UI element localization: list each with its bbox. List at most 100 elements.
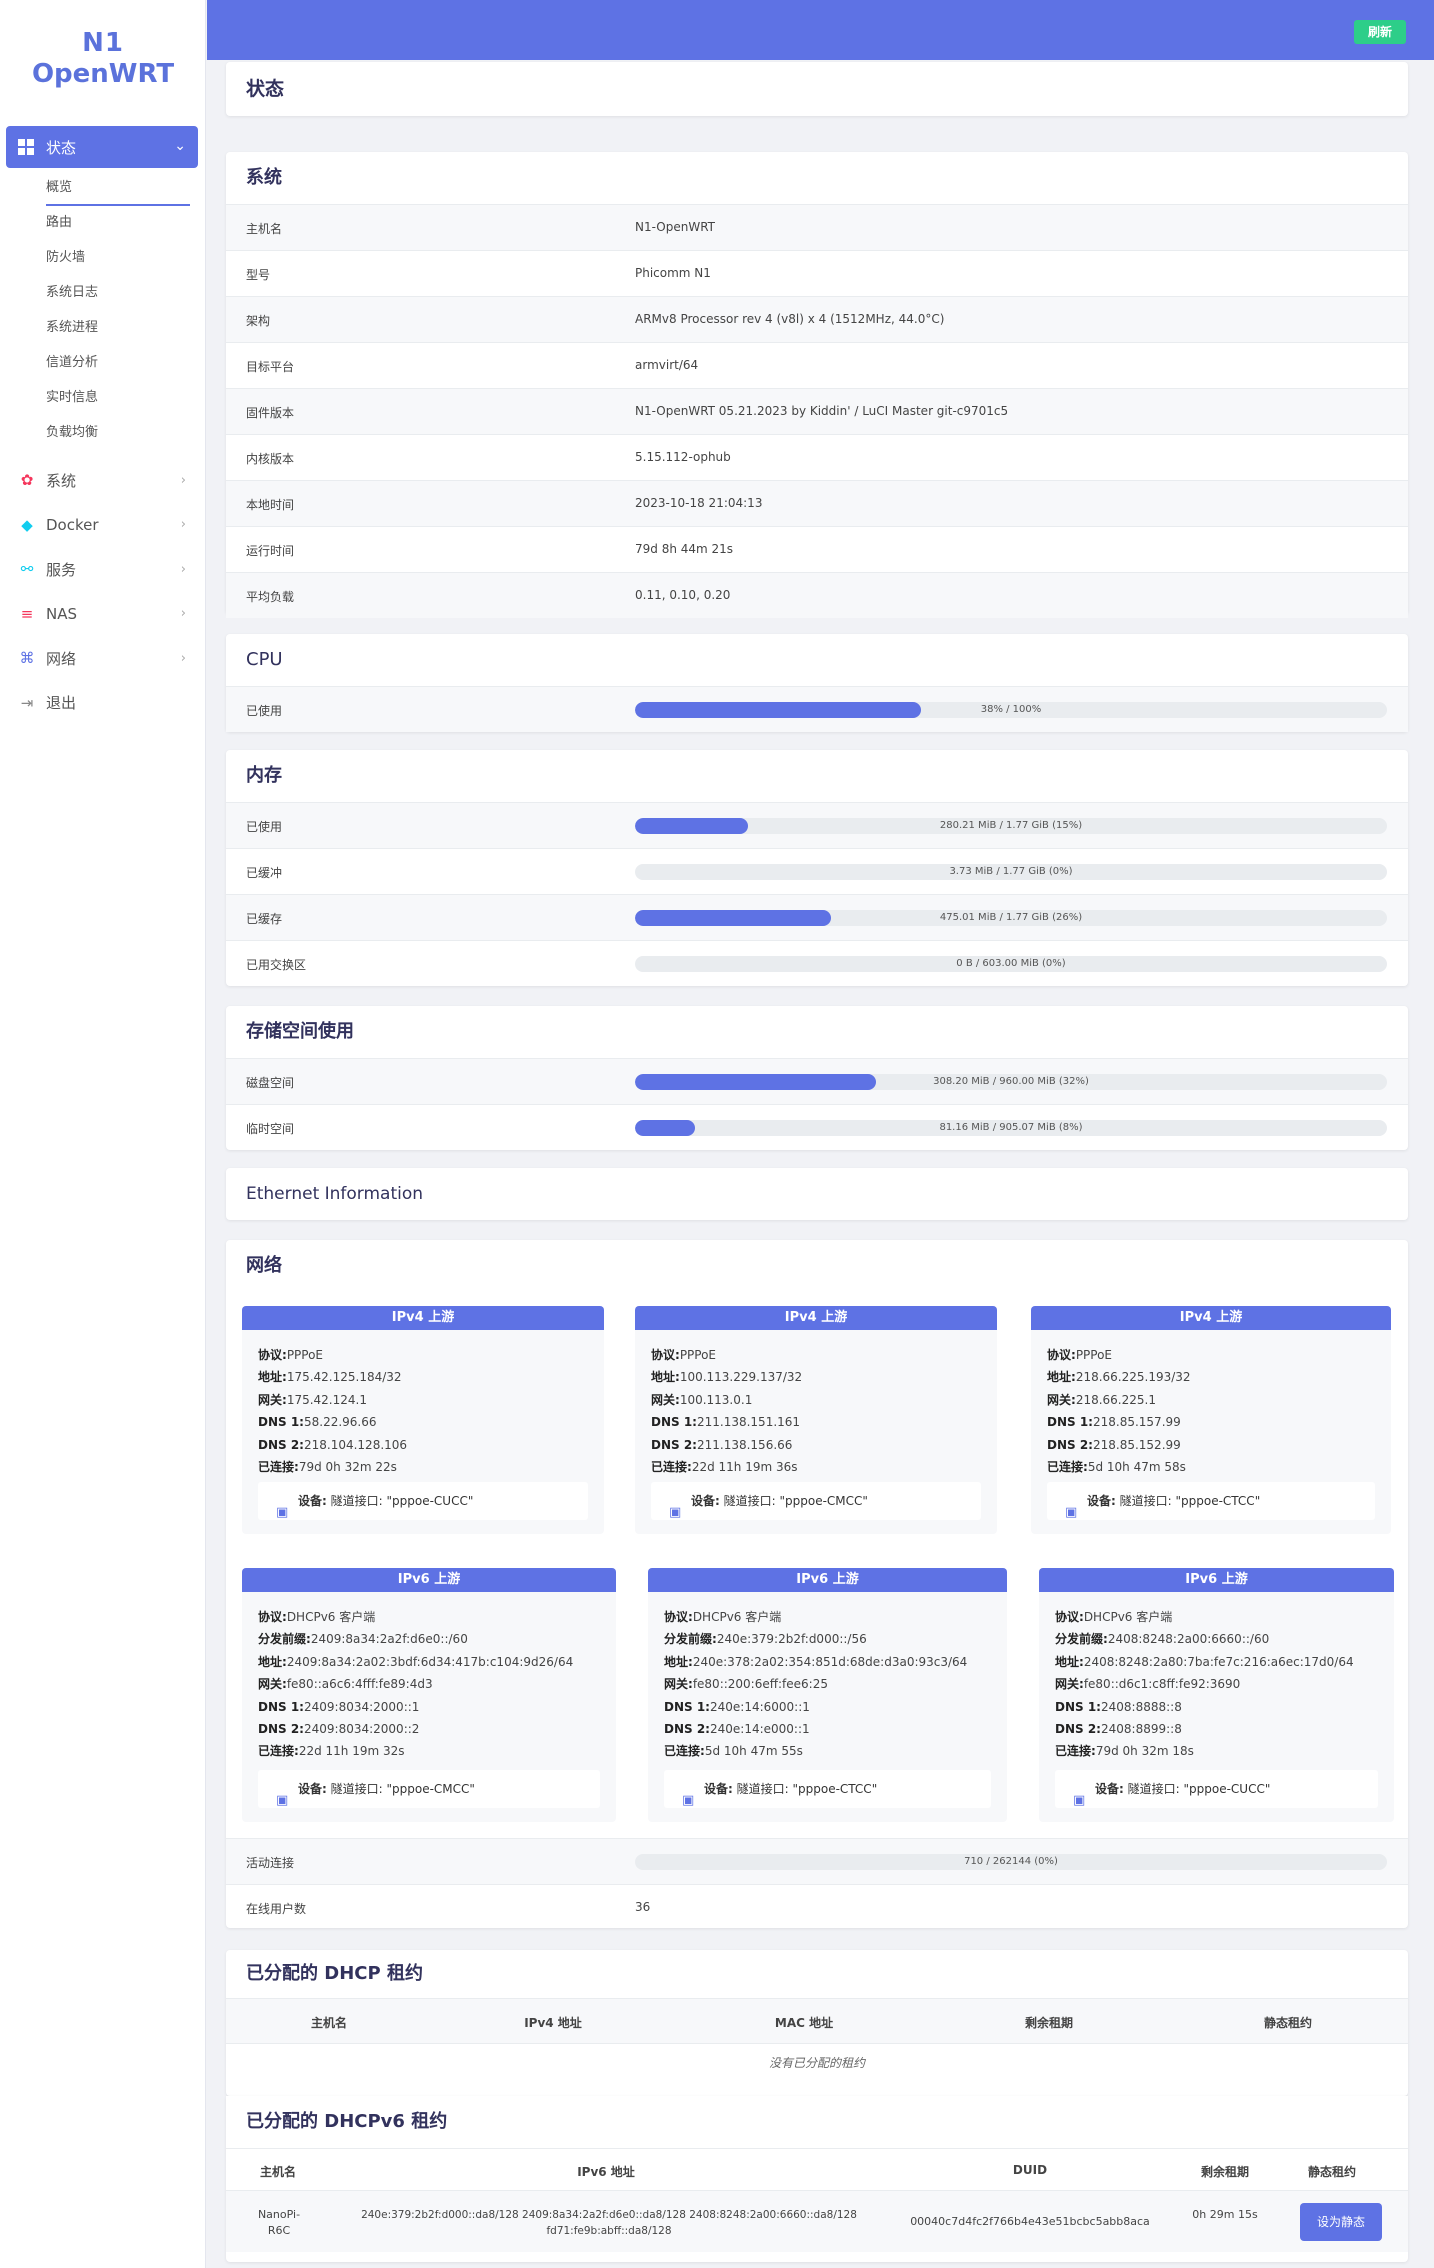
upstream-line: DNS 1:2409:8034:2000::1 (242, 1696, 616, 1718)
upstream-line: 已连接:5d 10h 47m 58s (1031, 1456, 1391, 1478)
dashboard-icon (18, 139, 34, 155)
sidebar-item[interactable]: ◆ Docker › (0, 503, 206, 548)
device-badge[interactable]: ▣ 设备: 隧道接口: "pppoe-CTCC" (664, 1770, 991, 1808)
upstream-line: 已连接:79d 0h 32m 18s (1039, 1740, 1394, 1762)
usage-row: 已缓存 475.01 MiB / 1.77 GiB (26%) (226, 894, 1408, 940)
upstream-box: IPv6 上游 协议:DHCPv6 客户端 分发前缀:2408:8248:2a00:… (1039, 1568, 1394, 1822)
upstream-line: 协议:DHCPv6 客户端 (242, 1606, 616, 1628)
device-badge[interactable]: ▣ 设备: 隧道接口: "pppoe-CTCC" (1047, 1482, 1375, 1520)
subnav-item[interactable]: 防火墙 (46, 248, 190, 283)
dhcp-col-header[interactable]: MAC 地址 (775, 2014, 833, 2031)
sidebar-item-status[interactable]: 状态 ⌄ (6, 126, 198, 168)
upstream-val: 218.85.152.99 (1092, 1437, 1181, 1452)
device-badge[interactable]: ▣ 设备: 隧道接口: "pppoe-CUCC" (258, 1482, 588, 1520)
lease-remaining: 0h 29m 15s (1192, 2208, 1258, 2221)
dhcpv6-col-header[interactable]: IPv6 地址 (577, 2163, 635, 2180)
dhcp-col-header[interactable]: 静态租约 (1264, 2014, 1312, 2031)
row-label: 已用交换区 (246, 958, 307, 972)
subnav-item[interactable]: 系统进程 (46, 318, 190, 353)
dhcp-col-header[interactable]: 剩余租期 (1025, 2014, 1073, 2031)
upstream-key: 分发前缀: (258, 1632, 311, 1647)
row-value: Phicomm N1 (635, 266, 711, 280)
info-row: 主机名 N1-OpenWRT (226, 204, 1408, 250)
progress-text: 81.16 MiB / 905.07 MiB (8%) (939, 1122, 1083, 1133)
sidebar-item[interactable]: ⌘ 网络 › (0, 636, 206, 681)
row-value: N1-OpenWRT (635, 220, 715, 234)
refresh-button[interactable]: 刷新 (1354, 20, 1406, 44)
network-title: 网络 (246, 1255, 282, 1276)
upstream-line: 地址:2408:8248:2a80:7ba:fe7c:216:a6ec:17d0… (1039, 1651, 1394, 1673)
upstream-key: DNS 1: (1055, 1699, 1101, 1714)
set-static-button[interactable]: 设为静态 (1300, 2203, 1382, 2241)
upstream-key: 地址: (1047, 1370, 1076, 1385)
upstream-key: 网关: (651, 1392, 680, 1407)
dhcpv6-col-header[interactable]: 剩余租期 (1201, 2163, 1249, 2180)
subnav-item[interactable]: 路由 (46, 213, 190, 248)
upstream-key: 地址: (1055, 1654, 1084, 1669)
upstream-line: 地址:100.113.229.137/32 (635, 1366, 997, 1388)
upstream-key: DNS 2: (1055, 1721, 1101, 1736)
subnav-item[interactable]: 概览 (46, 178, 190, 206)
row-label: 运行时间 (246, 544, 295, 558)
dhcpv6-card: 已分配的 DHCPv6 租约 主机名 IPv6 地址 DUID 剩余租期 静态租约 Nan… (226, 2096, 1408, 2262)
sidebar-item-label: 状态 (46, 138, 77, 157)
main-nav: ✿ 系统 › ◆ Docker › ⚯ 服务 › ≡ NAS › ⌘ 网络 › ⇥ 退出 (0, 458, 206, 725)
upstream-details: 协议:PPPoE 地址:218.66.225.193/32 网关:218.66.22… (1031, 1330, 1391, 1478)
upstream-val: 240e:14:e000::1 (709, 1721, 810, 1736)
upstream-val: 218.85.157.99 (1092, 1415, 1181, 1430)
upstream-line: 已连接:22d 11h 19m 32s (242, 1740, 616, 1762)
upstream-line: DNS 2:211.138.156.66 (635, 1434, 997, 1456)
progress-bar: 280.21 MiB / 1.77 GiB (15%) (635, 818, 1387, 834)
device-label: 设备: (691, 1494, 720, 1508)
dhcpv6-col-header[interactable]: 静态租约 (1308, 2163, 1356, 2180)
row-label: 架构 (246, 314, 271, 328)
sidebar-item-label: NAS (46, 604, 78, 623)
usage-row: 已用交换区 0 B / 603.00 MiB (0%) (226, 940, 1408, 986)
upstream-val: 218.66.225.1 (1075, 1392, 1156, 1407)
subnav-item[interactable]: 信道分析 (46, 353, 190, 388)
device-badge[interactable]: ▣ 设备: 隧道接口: "pppoe-CMCC" (651, 1482, 981, 1520)
active-connections-row: 活动连接 710 / 262144 (0%) (226, 1838, 1408, 1884)
upstream-val: 240e:378:2a02:354:851d:68de:d3a0:93c3/64 (692, 1654, 968, 1669)
upstream-box-title: IPv6 上游 (1039, 1568, 1394, 1592)
sidebar-item[interactable]: ≡ NAS › (0, 592, 206, 637)
cpu-card: CPU 已使用 38% / 100% (226, 634, 1408, 732)
logo-line1: N1 (82, 28, 124, 58)
sidebar-item[interactable]: ⚯ 服务 › (0, 547, 206, 592)
ethernet-card[interactable]: Ethernet Information (226, 1168, 1408, 1220)
upstream-box: IPv4 上游 协议:PPPoE 地址:100.113.229.137/32 网关:1… (635, 1306, 997, 1534)
subnav-item[interactable]: 系统日志 (46, 283, 190, 318)
upstream-line: 已连接:5d 10h 47m 55s (648, 1740, 1007, 1762)
dhcp-col-header[interactable]: IPv4 地址 (524, 2014, 582, 2031)
logo[interactable]: N1 OpenWRT (0, 28, 206, 90)
upstream-key: 协议: (664, 1610, 693, 1624)
dhcp-col-header[interactable]: 主机名 (311, 2014, 347, 2031)
upstream-key: 协议: (651, 1348, 680, 1362)
storage-card: 存储空间使用 磁盘空间 308.20 MiB / 960.00 MiB (32%)… (226, 1006, 1408, 1150)
upstream-box-title: IPv6 上游 (242, 1568, 616, 1592)
sidebar-item[interactable]: ⇥ 退出 (0, 681, 206, 726)
dhcpv6-col-header[interactable]: DUID (1013, 2163, 1047, 2177)
dhcpv6-title: 已分配的 DHCPv6 租约 (246, 2111, 448, 2132)
upstream-line: 网关:fe80::d6c1:c8ff:fe92:3690 (1039, 1673, 1394, 1695)
subnav-item[interactable]: 负载均衡 (46, 423, 190, 458)
device-badge[interactable]: ▣ 设备: 隧道接口: "pppoe-CMCC" (258, 1770, 600, 1808)
subnav-item[interactable]: 实时信息 (46, 388, 190, 423)
device-badge[interactable]: ▣ 设备: 隧道接口: "pppoe-CUCC" (1055, 1770, 1378, 1808)
upstream-box: IPv4 上游 协议:PPPoE 地址:218.66.225.193/32 网关:21… (1031, 1306, 1391, 1534)
upstream-line: 分发前缀:2408:8248:2a00:6660::/60 (1039, 1628, 1394, 1650)
upstream-key: 网关: (258, 1677, 287, 1692)
upstream-key: 已连接: (1047, 1459, 1088, 1474)
sidebar-item-label: 服务 (46, 560, 77, 579)
upstream-line: DNS 1:240e:14:6000::1 (648, 1696, 1007, 1718)
sidebar-item[interactable]: ✿ 系统 › (0, 458, 206, 503)
dhcp-empty-message: 没有已分配的租约 (768, 2056, 865, 2070)
upstream-line: DNS 1:211.138.151.161 (635, 1411, 997, 1433)
row-value: 5.15.112-ophub (635, 450, 731, 464)
device-value: 隧道接口: "pppoe-CTCC" (1119, 1494, 1261, 1508)
dhcpv6-col-header[interactable]: 主机名 (260, 2163, 296, 2180)
upstream-val: 2408:8899::8 (1100, 1721, 1182, 1736)
upstream-key: 已连接: (1055, 1744, 1096, 1759)
upstream-line: 地址:218.66.225.193/32 (1031, 1366, 1391, 1388)
upstream-key: 分发前缀: (1055, 1632, 1108, 1647)
